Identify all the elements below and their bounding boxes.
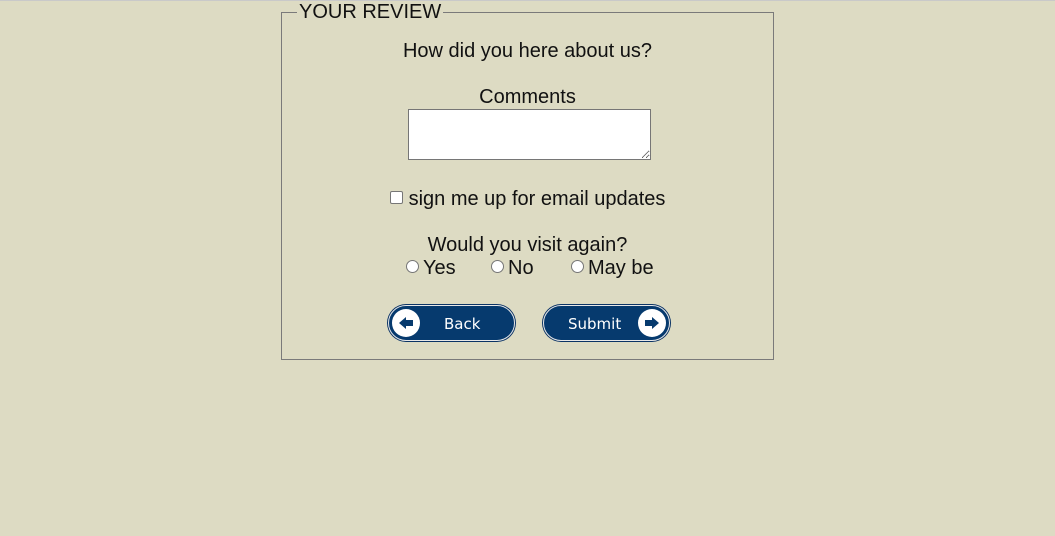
- visit-option-yes-label[interactable]: Yes: [423, 257, 456, 279]
- visit-option-maybe[interactable]: May be: [571, 257, 654, 279]
- radio-yes[interactable]: [406, 260, 419, 273]
- submit-button[interactable]: Submit: [543, 305, 670, 341]
- radio-maybe[interactable]: [571, 260, 584, 273]
- review-fieldset: YOUR REVIEW How did you here about us? C…: [281, 1, 774, 360]
- email-updates-label[interactable]: sign me up for email updates: [409, 188, 666, 210]
- visit-option-maybe-label[interactable]: May be: [588, 257, 654, 279]
- visit-option-no[interactable]: No: [491, 257, 534, 279]
- submit-button-label: Submit: [568, 315, 622, 333]
- arrow-right-circle-icon: [638, 309, 666, 337]
- visit-option-yes[interactable]: Yes: [406, 257, 456, 279]
- comments-label: Comments: [479, 86, 576, 108]
- visit-option-no-label[interactable]: No: [508, 257, 534, 279]
- back-button-label: Back: [444, 315, 481, 333]
- email-updates-row[interactable]: sign me up for email updates: [282, 188, 773, 210]
- heard-about-question: How did you here about us?: [402, 40, 653, 62]
- back-button[interactable]: Back: [388, 305, 515, 341]
- visit-again-question: Would you visit again?: [427, 234, 628, 256]
- radio-no[interactable]: [491, 260, 504, 273]
- email-updates-checkbox[interactable]: [389, 191, 403, 204]
- comments-textarea[interactable]: [408, 109, 651, 160]
- arrow-left-circle-icon: [392, 309, 420, 337]
- top-divider: [0, 0, 1055, 1]
- review-legend: YOUR REVIEW: [297, 1, 444, 23]
